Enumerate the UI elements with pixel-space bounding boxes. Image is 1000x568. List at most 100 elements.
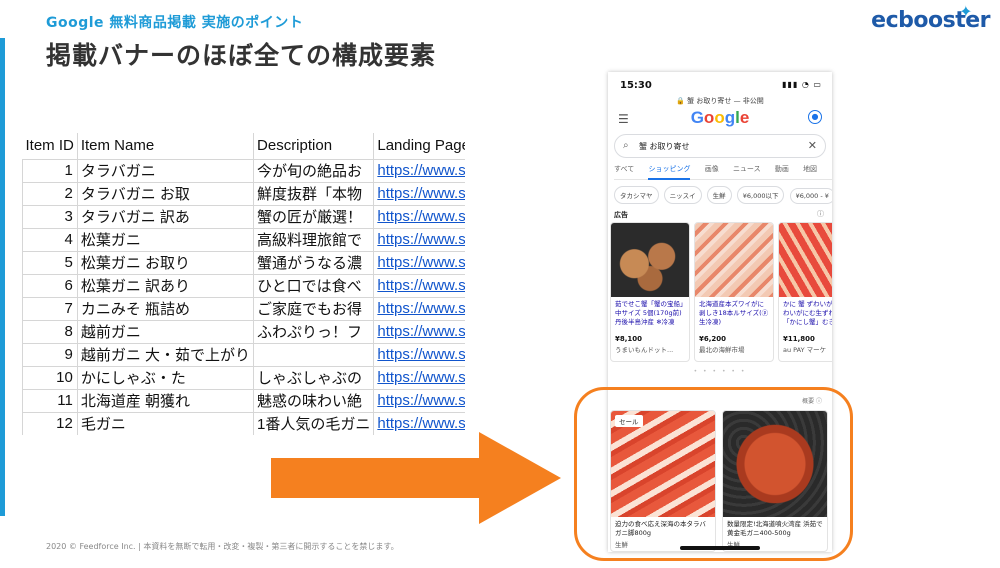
cell-description: ひと口では食べ xyxy=(253,273,375,298)
tab-videos[interactable]: 動画 xyxy=(775,164,789,178)
cell-item-name: 松葉ガニ お取り xyxy=(76,250,255,275)
slide-title: 掲載バナーのほぼ全ての構成要素 xyxy=(46,41,437,70)
tab-maps[interactable]: 地図 xyxy=(803,164,817,178)
filter-chip[interactable]: 生鮮 xyxy=(706,186,732,204)
product-image xyxy=(611,223,689,297)
info-icon[interactable]: ⓘ xyxy=(817,209,824,219)
tab-all[interactable]: すべて xyxy=(614,164,634,178)
table-row: 4松葉ガニ高級料理旅館でhttps://www.sam xyxy=(22,227,465,252)
cell-item-id: 4 xyxy=(22,227,78,252)
ad-label: 広告 xyxy=(614,211,628,219)
free-listing-highlight xyxy=(574,387,853,561)
cell-item-name: 毛ガニ xyxy=(76,411,255,435)
google-logo: Google xyxy=(690,108,750,127)
feed-table: Item ID Item Name Description Landing Pa… xyxy=(22,133,465,435)
search-tabs: すべて ショッピング 画像 ニュース 動画 地図 xyxy=(614,164,832,180)
browser-url[interactable]: 🔒 蟹 お取り寄せ — 非公開 xyxy=(608,96,832,106)
status-time: 15:30 xyxy=(620,80,652,91)
filter-chip[interactable]: タカシマヤ xyxy=(614,186,659,204)
filter-chip[interactable]: ¥6,000以下 xyxy=(736,186,785,204)
cell-landing-page[interactable]: https://www.sam xyxy=(373,296,465,321)
cell-landing-page[interactable]: https://www.sam xyxy=(373,273,465,298)
cell-landing-page[interactable]: https://www.sam xyxy=(373,158,465,183)
copyright-footer: 2020 © Feedforce Inc. | 本資料を無断で転用・改変・複製・… xyxy=(46,542,399,551)
column-header: Description xyxy=(253,133,374,160)
table-row: 8越前ガニふわぷりっ！フhttps://www.sam xyxy=(22,319,465,344)
product-title: 北海道産本ズワイがに剥しき18本ルサイズ(ⓟ生冷凍) xyxy=(699,300,769,326)
product-image xyxy=(779,223,832,297)
column-header: Landing Page xyxy=(373,133,465,160)
ad-product-card[interactable]: かに 蟹 ずわいがに生ずわいがにむ生ずわい蟹「かにし蟹」むき身蟹 ¥11,800… xyxy=(778,222,832,362)
cell-item-name: タラバガニ お取 xyxy=(76,181,255,206)
product-store: 最北の海鮮市場 xyxy=(699,346,745,354)
cell-item-id: 8 xyxy=(22,319,78,344)
cell-description: しゃぶしゃぶの xyxy=(253,365,375,390)
tab-shopping[interactable]: ショッピング xyxy=(648,164,691,180)
filter-chip[interactable]: ¥6,000 - ¥ xyxy=(789,188,832,204)
search-icon: ⌕ xyxy=(623,140,629,151)
product-store: うまいもんドット... xyxy=(615,346,674,354)
table-row: 1タラバガニ今が旬の絶品おhttps://www.sam xyxy=(22,158,465,183)
cell-landing-page[interactable]: https://www.sam xyxy=(373,319,465,344)
cell-item-id: 5 xyxy=(22,250,78,275)
ad-product-card[interactable]: 茹でせこ蟹「蟹の宝船」中サイズ 5個(170g前) 丹後半島沖産 ❄冷凍 ¥8,… xyxy=(610,222,690,362)
cell-landing-page[interactable]: https://www.sam xyxy=(373,181,465,206)
cell-item-name: 越前ガニ 大・茹で上がり xyxy=(76,342,255,367)
table-row: 7カニみそ 瓶詰めご家庭でもお得https://www.sam xyxy=(22,296,465,321)
cell-item-name: 松葉ガニ 訳あり xyxy=(76,273,255,298)
table-header-row: Item ID Item Name Description Landing Pa… xyxy=(22,133,465,160)
tab-images[interactable]: 画像 xyxy=(705,164,719,178)
cell-item-id: 7 xyxy=(22,296,78,321)
cell-landing-page[interactable]: https://www.sam xyxy=(373,388,465,413)
cell-landing-page[interactable]: https://www.sam xyxy=(373,411,465,435)
cell-landing-page[interactable]: https://www.sam xyxy=(373,365,465,390)
cell-item-id: 12 xyxy=(22,411,78,435)
logo-star-icon: ✦ xyxy=(959,2,972,21)
table-row: 2タラバガニ お取鮮度抜群「本物https://www.sam xyxy=(22,181,465,206)
product-feed-sheet: Item ID Item Name Description Landing Pa… xyxy=(22,133,465,435)
cell-description: 鮮度抜群「本物 xyxy=(253,181,375,206)
cell-landing-page[interactable]: https://www.sam xyxy=(373,250,465,275)
table-row: 11北海道産 朝獲れ魅惑の味わい絶https://www.sam xyxy=(22,388,465,413)
left-accent-bar xyxy=(0,38,5,516)
table-row: 10かにしゃぶ・たしゃぶしゃぶのhttps://www.sam xyxy=(22,365,465,390)
ecbooster-logo: ecbooster ✦ xyxy=(871,2,990,33)
product-title: 茹でせこ蟹「蟹の宝船」中サイズ 5個(170g前) 丹後半島沖産 ❄冷凍 xyxy=(615,300,684,326)
cell-description: 魅惑の味わい絶 xyxy=(253,388,375,413)
cell-description: ふわぷりっ！フ xyxy=(253,319,375,344)
search-input[interactable]: ⌕ 蟹 お取り寄せ ✕ xyxy=(614,134,826,158)
table-row: 5松葉ガニ お取り蟹通がうなる濃https://www.sam xyxy=(22,250,465,275)
table-row: 6松葉ガニ 訳ありひと口では食べhttps://www.sam xyxy=(22,273,465,298)
arrow-head-icon xyxy=(479,432,561,524)
ad-product-card[interactable]: 北海道産本ズワイがに剥しき18本ルサイズ(ⓟ生冷凍) ¥6,200 最北の海鮮市… xyxy=(694,222,774,362)
table-row: 9越前ガニ 大・茹で上がり https://www.sam xyxy=(22,342,465,367)
filter-chip[interactable]: ニッスイ xyxy=(663,186,702,204)
cell-description: ご家庭でもお得 xyxy=(253,296,375,321)
cell-landing-page[interactable]: https://www.sam xyxy=(373,227,465,252)
cell-item-id: 9 xyxy=(22,342,78,367)
cell-description: 蟹の匠が厳選！ xyxy=(253,204,375,229)
status-icons: ▮▮▮ ◔ ▭ xyxy=(782,80,822,89)
cell-landing-page[interactable]: https://www.sam xyxy=(373,342,465,367)
cell-item-name: タラバガニ xyxy=(76,158,255,183)
cell-landing-page[interactable]: https://www.sam xyxy=(373,204,465,229)
cell-item-name: 松葉ガニ xyxy=(76,227,255,252)
product-price: ¥6,200 xyxy=(699,335,727,343)
cell-item-name: タラバガニ 訳あ xyxy=(76,204,255,229)
filter-chips: タカシマヤ ニッスイ 生鮮 ¥6,000以下 ¥6,000 - ¥ xyxy=(614,186,832,204)
cell-description xyxy=(253,342,375,367)
column-header: Item ID xyxy=(22,133,78,160)
tab-news[interactable]: ニュース xyxy=(733,164,761,178)
cell-item-name: 北海道産 朝獲れ xyxy=(76,388,255,413)
cell-item-id: 1 xyxy=(22,158,78,183)
clear-icon[interactable]: ✕ xyxy=(808,139,817,152)
slide-subtitle: Google 無料商品掲載 実施のポイント xyxy=(46,15,304,31)
cell-item-name: カニみそ 瓶詰め xyxy=(76,296,255,321)
table-row: 3タラバガニ 訳あ蟹の匠が厳選！https://www.sam xyxy=(22,204,465,229)
product-store: au PAY マーケ xyxy=(783,346,827,354)
account-icon[interactable]: ● xyxy=(808,110,822,124)
cell-description: 今が旬の絶品お xyxy=(253,158,375,183)
column-header: Item Name xyxy=(76,133,254,160)
product-price: ¥11,800 xyxy=(783,335,815,343)
cell-item-name: かにしゃぶ・た xyxy=(76,365,255,390)
